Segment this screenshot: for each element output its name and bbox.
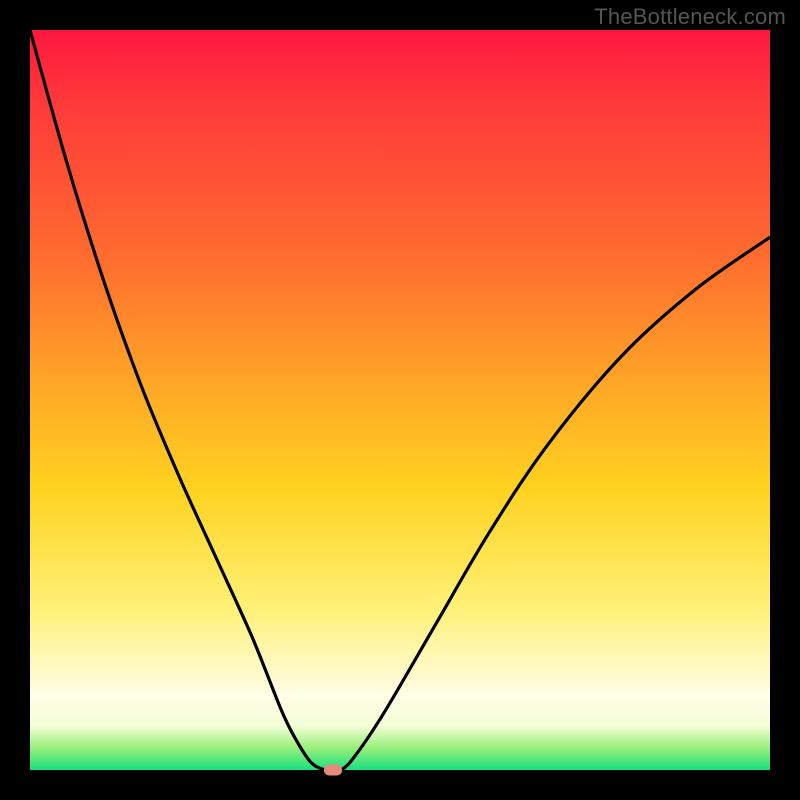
plot-area bbox=[30, 30, 770, 770]
chart-container: TheBottleneck.com bbox=[0, 0, 800, 800]
bottleneck-curve bbox=[30, 30, 770, 770]
curve-svg bbox=[30, 30, 770, 770]
min-marker bbox=[324, 765, 342, 776]
watermark-label: TheBottleneck.com bbox=[594, 4, 786, 30]
